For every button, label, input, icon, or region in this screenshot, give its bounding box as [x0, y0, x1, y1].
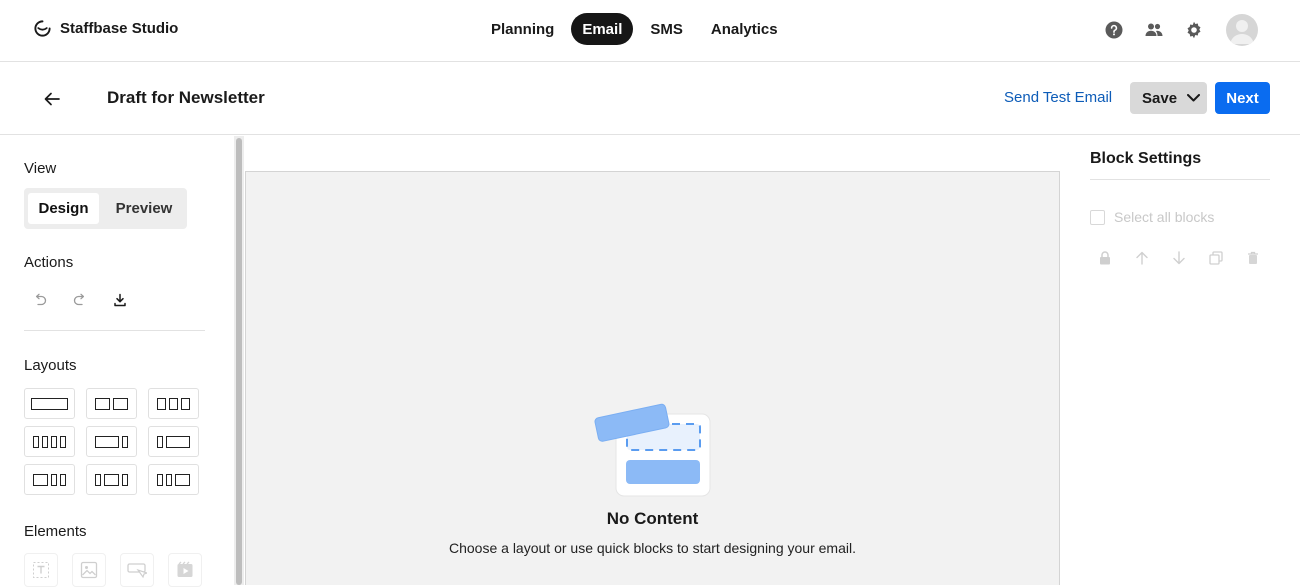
video-icon[interactable] [168, 553, 202, 587]
empty-state-title: No Content [606, 509, 699, 528]
select-all-checkbox[interactable] [1090, 209, 1105, 225]
layout-narrow-narrow-wide[interactable] [148, 464, 199, 495]
layout-narrow-wide-narrow[interactable] [86, 464, 137, 495]
view-section-title: View [24, 160, 57, 177]
layout-wide-narrow-narrow[interactable] [24, 464, 75, 495]
view-preview-option[interactable]: Preview [108, 193, 180, 224]
elements-section-title: Elements [24, 523, 87, 540]
lock-icon[interactable] [1097, 250, 1113, 266]
main-tabs: Planning Email SMS Analytics [480, 13, 789, 45]
layout-four-columns[interactable] [24, 426, 75, 457]
block-settings-panel [1070, 136, 1300, 585]
editor-header: Draft for Newsletter Send Test Email Sav… [0, 62, 1300, 135]
redo-icon[interactable] [70, 290, 90, 310]
download-icon[interactable] [110, 290, 130, 310]
duplicate-icon[interactable] [1208, 250, 1224, 266]
block-settings-title: Block Settings [1090, 150, 1202, 167]
layouts-grid [24, 388, 199, 495]
undo-icon[interactable] [30, 290, 50, 310]
elements-row [24, 553, 202, 587]
actions-section-title: Actions [24, 254, 74, 271]
select-all-blocks[interactable]: Select all blocks [1090, 209, 1214, 225]
save-button-label: Save [1142, 89, 1178, 107]
image-icon[interactable] [72, 553, 106, 587]
help-icon[interactable] [1104, 20, 1124, 40]
left-sidebar: View Design Preview Actions Layouts Elem… [0, 136, 234, 587]
layout-one-column[interactable] [24, 388, 75, 419]
trash-icon[interactable] [1245, 250, 1261, 266]
empty-content-illustration [594, 403, 711, 497]
arrow-down-icon[interactable] [1171, 250, 1187, 266]
gear-icon[interactable] [1184, 20, 1204, 40]
send-test-email-button[interactable]: Send Test Email [1004, 89, 1112, 106]
divider [24, 330, 205, 331]
brand-name: Staffbase Studio [60, 20, 179, 37]
tab-planning[interactable]: Planning [480, 13, 565, 45]
divider [1090, 179, 1270, 180]
empty-state-subtitle: Choose a layout or use quick blocks to s… [449, 540, 856, 556]
brand[interactable]: Staffbase Studio [33, 19, 178, 38]
chevron-down-icon [1187, 94, 1201, 102]
view-toggle: Design Preview [24, 188, 187, 229]
nav-actions [1104, 14, 1258, 46]
tab-sms[interactable]: SMS [639, 13, 694, 45]
users-icon[interactable] [1144, 20, 1164, 40]
layout-three-columns[interactable] [148, 388, 199, 419]
avatar[interactable] [1226, 14, 1258, 46]
next-button[interactable]: Next [1215, 82, 1270, 114]
layout-wide-narrow[interactable] [86, 426, 137, 457]
top-navigation: Staffbase Studio Planning Email SMS Anal… [0, 0, 1300, 62]
view-design-option[interactable]: Design [28, 193, 99, 224]
layout-narrow-wide[interactable] [148, 426, 199, 457]
page-title: Draft for Newsletter [107, 88, 265, 107]
block-tools [1097, 250, 1261, 266]
layouts-section-title: Layouts [24, 357, 77, 374]
button-icon[interactable] [120, 553, 154, 587]
back-arrow-icon[interactable] [40, 87, 64, 111]
select-all-label: Select all blocks [1114, 209, 1215, 225]
staffbase-logo-icon [34, 20, 51, 37]
text-icon[interactable] [24, 553, 58, 587]
save-button[interactable]: Save [1130, 82, 1207, 114]
tab-analytics[interactable]: Analytics [700, 13, 789, 45]
arrow-up-icon[interactable] [1134, 250, 1150, 266]
tab-email[interactable]: Email [571, 13, 634, 45]
sidebar-scrollbar-thumb[interactable] [236, 138, 242, 585]
layout-two-columns[interactable] [86, 388, 137, 419]
